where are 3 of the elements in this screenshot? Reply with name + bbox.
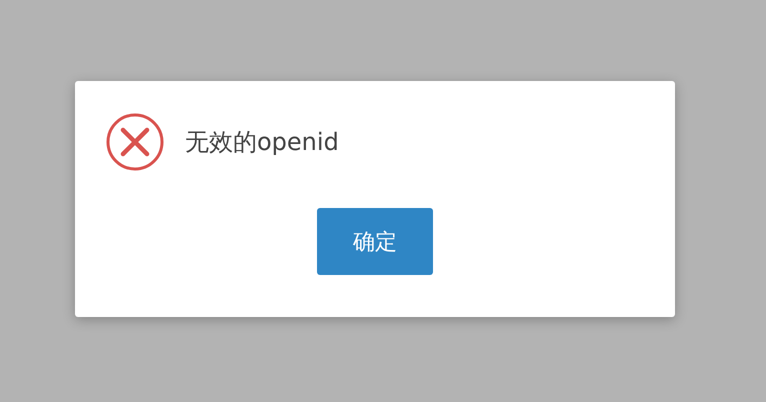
dialog-message: 无效的openid [185,127,339,158]
confirm-button[interactable]: 确定 [317,208,433,275]
error-icon [105,112,165,172]
